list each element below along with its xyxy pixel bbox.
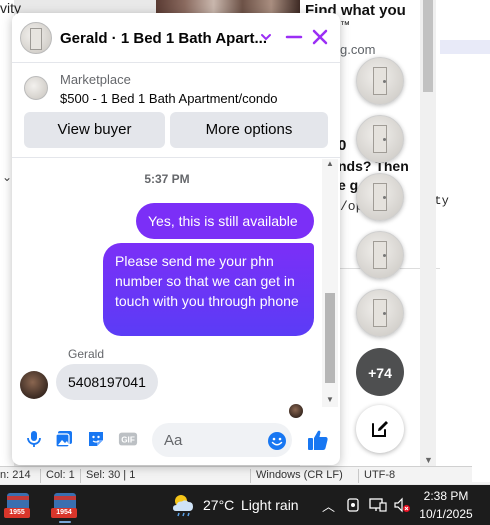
app-2-badge: 1954 (51, 508, 77, 518)
status-divider (40, 469, 41, 483)
status-divider (80, 469, 81, 483)
new-message-button[interactable] (356, 405, 404, 453)
status-line-ending[interactable]: Windows (CR LF) (256, 469, 343, 481)
more-chats-count: +74 (368, 365, 392, 381)
thumbs-up-icon[interactable] (306, 428, 330, 452)
weather-condition[interactable]: Light rain (241, 497, 299, 513)
scroll-up-arrow-icon[interactable]: ▲ (326, 159, 334, 168)
background-text-line-2: e g (338, 177, 359, 193)
taskbar-app-2[interactable]: 1954 (50, 490, 80, 523)
chat-head[interactable] (356, 173, 404, 221)
background-trademark: ™ (340, 20, 350, 31)
message-timestamp: 5:37 PM (144, 172, 190, 186)
rain-cloud-icon[interactable] (170, 491, 198, 519)
emoji-icon[interactable] (267, 431, 287, 451)
message-composer: GIF (12, 415, 340, 465)
listing-thumbnail (24, 76, 48, 100)
chat-head[interactable] (356, 289, 404, 337)
more-options-button[interactable]: More options (170, 112, 328, 148)
compose-icon (372, 421, 388, 437)
chat-head[interactable] (356, 231, 404, 279)
marketplace-label: Marketplace (60, 72, 131, 87)
listing-avatar[interactable] (20, 22, 52, 54)
status-line: n: 214 (0, 469, 31, 481)
background-domain[interactable]: g.com (340, 42, 375, 57)
chevron-up-icon[interactable]: ︿ (322, 496, 335, 515)
background-corner (472, 460, 490, 482)
gif-icon[interactable]: GIF (118, 429, 138, 449)
app-1-badge: 1955 (4, 508, 30, 518)
more-chats-button[interactable]: +74 (356, 348, 404, 396)
background-highlight (440, 40, 490, 54)
sticker-icon[interactable] (86, 429, 106, 449)
scroll-down-arrow-icon[interactable]: ▼ (326, 395, 334, 404)
listing-title: $500 - 1 Bed 1 Bath Apartment/condo (60, 91, 278, 106)
speaker-muted-icon[interactable] (393, 497, 411, 513)
editor-status-bar: n: 214 Col: 1 Sel: 30 | 1 Windows (CR LF… (0, 466, 490, 484)
sender-name: Gerald (68, 347, 105, 361)
chat-head[interactable] (356, 115, 404, 163)
minimize-icon[interactable] (285, 28, 303, 46)
chat-head[interactable] (356, 57, 404, 105)
network-icon[interactable] (369, 497, 387, 513)
chat-scrollbar[interactable]: ▲ ▼ (322, 159, 338, 407)
background-scrollbar-thumb[interactable] (423, 0, 433, 92)
status-encoding[interactable]: UTF-8 (364, 469, 395, 481)
status-divider (250, 469, 251, 483)
message-list[interactable]: 5:37 PM Yes, this is still available Ple… (12, 159, 340, 418)
chevron-down-icon: ⌄ (2, 170, 13, 184)
chat-header[interactable]: Gerald · 1 Bed 1 Bath Apart... (12, 13, 340, 63)
photo-icon[interactable] (54, 429, 74, 449)
messenger-chat-window: Gerald · 1 Bed 1 Bath Apart... Marketpla… (12, 13, 340, 465)
weather-temperature[interactable]: 27°C (203, 497, 234, 513)
outgoing-message[interactable]: Please send me your phn number so that w… (103, 243, 314, 336)
chat-scrollbar-thumb[interactable] (325, 293, 335, 383)
clock-time[interactable]: 2:38 PM (423, 489, 469, 503)
marketplace-card: Marketplace $500 - 1 Bed 1 Bath Apartmen… (12, 64, 340, 158)
svg-text:GIF: GIF (121, 436, 135, 445)
scroll-down-arrow-icon[interactable]: ▼ (424, 455, 433, 465)
meet-now-icon[interactable] (346, 497, 360, 513)
taskbar-app-1[interactable]: 1955 (3, 490, 33, 520)
status-column: Col: 1 (46, 469, 75, 481)
chevron-down-icon[interactable] (259, 30, 273, 44)
microphone-icon[interactable] (24, 429, 44, 449)
taskbar: 1955 1954 27°C Light rain ︿ 2:38 PM 10/1… (0, 485, 490, 525)
view-buyer-button[interactable]: View buyer (24, 112, 165, 148)
close-icon[interactable] (311, 28, 329, 46)
status-selection: Sel: 30 | 1 (86, 469, 136, 481)
chat-title[interactable]: Gerald · 1 Bed 1 Bath Apart... (60, 30, 267, 47)
outgoing-message[interactable]: Yes, this is still available (136, 203, 314, 239)
clock-date[interactable]: 10/1/2025 (418, 507, 474, 521)
sender-avatar[interactable] (20, 371, 48, 399)
status-divider (358, 469, 359, 483)
incoming-message[interactable]: 5408197041 (56, 364, 158, 400)
